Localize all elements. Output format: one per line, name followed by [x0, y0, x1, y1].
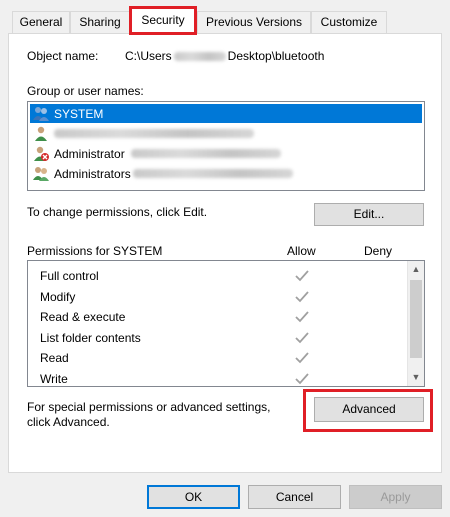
permission-row-modify: Modify — [40, 288, 400, 308]
special-permissions-note-line1: For special permissions or advanced sett… — [27, 400, 271, 414]
redacted-user-name — [54, 129, 254, 138]
allow-check-icon — [295, 291, 309, 303]
allow-check-icon — [295, 332, 309, 344]
redacted-username — [173, 51, 226, 61]
advanced-highlight-box — [303, 389, 433, 432]
allow-check-icon — [295, 311, 309, 323]
security-panel: Object name: C:\Users Desktop\bluetooth … — [8, 33, 442, 473]
tab-customize[interactable]: Customize — [311, 11, 387, 34]
redacted-administrators-detail — [132, 169, 293, 178]
allow-check-icon — [295, 352, 309, 364]
scroll-down-arrow-icon[interactable]: ▼ — [408, 369, 424, 386]
apply-button: Apply — [349, 485, 442, 509]
tab-general[interactable]: General — [12, 11, 70, 34]
administrator-user-icon — [34, 146, 49, 161]
tab-sharing[interactable]: Sharing — [70, 11, 130, 34]
tab-previous-versions[interactable]: Previous Versions — [197, 11, 311, 34]
list-item-user[interactable] — [30, 124, 422, 143]
allow-column-header: Allow — [287, 244, 316, 258]
permissions-header: Permissions for SYSTEM — [27, 244, 163, 258]
permission-row-read: Read — [40, 349, 400, 369]
list-item-system[interactable]: SYSTEM — [30, 104, 422, 123]
administrators-group-icon — [33, 166, 49, 181]
permissions-list[interactable]: Full control Modify Read & execute List … — [27, 260, 425, 387]
deny-column-header: Deny — [364, 244, 393, 258]
scroll-up-arrow-icon[interactable]: ▲ — [408, 261, 424, 278]
group-or-user-names-label: Group or user names: — [27, 84, 144, 98]
redacted-administrator-detail — [130, 149, 281, 158]
cancel-button[interactable]: Cancel — [248, 485, 341, 509]
list-item-administrator[interactable]: Administrator — [30, 144, 422, 163]
group-user-list[interactable]: SYSTEM Administrator Administrators — [27, 101, 425, 191]
allow-check-icon — [295, 270, 309, 282]
permission-row-write: Write — [40, 370, 400, 390]
list-item-administrators[interactable]: Administrators — [30, 164, 422, 183]
special-permissions-note-line2: click Advanced. — [27, 415, 110, 429]
user-icon — [35, 126, 47, 141]
tab-security[interactable]: Security — [129, 6, 197, 35]
scrollbar-thumb[interactable] — [410, 280, 422, 358]
system-group-icon — [33, 106, 49, 121]
permission-row-list-folder-contents: List folder contents — [40, 329, 400, 349]
permissions-scrollbar[interactable]: ▲ ▼ — [407, 261, 424, 386]
permission-row-read-execute: Read & execute — [40, 308, 400, 328]
allow-check-icon — [295, 373, 309, 385]
object-name-label: Object name: — [27, 49, 99, 63]
change-permissions-note: To change permissions, click Edit. — [27, 205, 208, 219]
edit-button[interactable]: Edit... — [314, 203, 424, 226]
ok-button[interactable]: OK — [147, 485, 240, 509]
object-name-value: C:\Users Desktop\bluetooth — [125, 49, 325, 63]
permission-row-full-control: Full control — [40, 267, 400, 287]
